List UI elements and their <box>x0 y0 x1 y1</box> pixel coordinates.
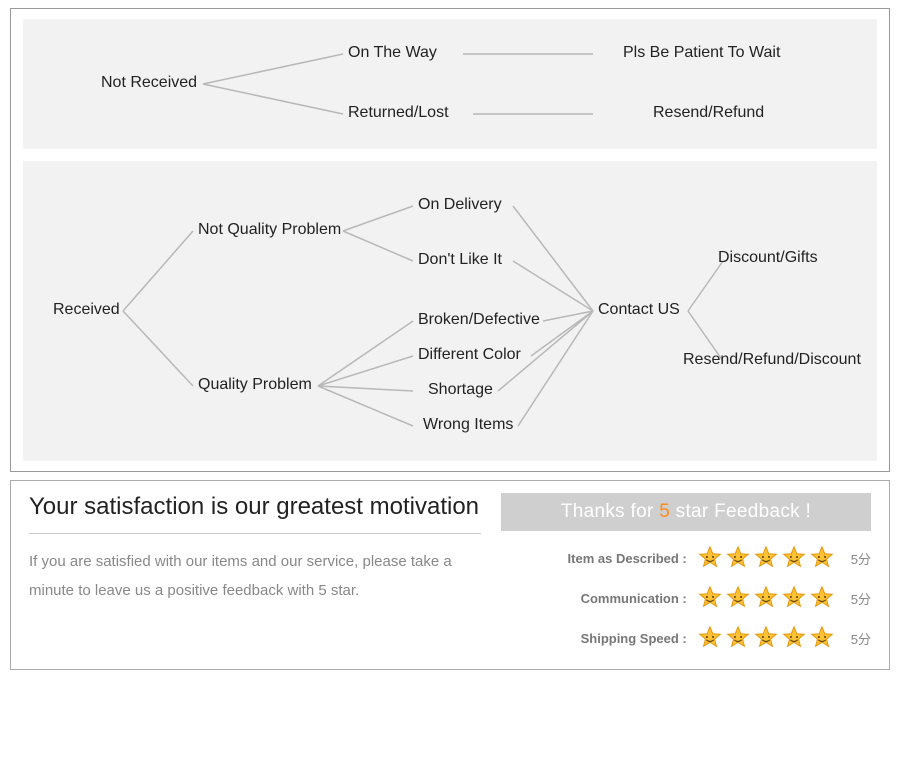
rating-score: 5分 <box>851 549 871 568</box>
thanks-post: star Feedback ! <box>670 501 811 522</box>
feedback-right: Thanks for 5 star Feedback ! Item as Des… <box>501 493 871 651</box>
diagram-container: Not Received On The Way Returned/Lost Pl… <box>10 8 890 472</box>
star-icon <box>781 585 807 611</box>
node-resend-refund: Resend/Refund <box>653 104 764 122</box>
node-on-the-way: On The Way <box>348 44 437 62</box>
star-icon <box>725 545 751 571</box>
node-discount-gifts: Discount/Gifts <box>718 249 818 267</box>
panel-received: Received Not Quality Problem Quality Pro… <box>23 161 877 461</box>
panel-not-received: Not Received On The Way Returned/Lost Pl… <box>23 19 877 149</box>
node-patient-wait: Pls Be Patient To Wait <box>623 44 780 62</box>
star-icon <box>753 585 779 611</box>
star-group <box>697 545 835 571</box>
node-shortage: Shortage <box>428 381 493 399</box>
node-not-received: Not Received <box>101 74 197 92</box>
thanks-pre: Thanks for <box>561 501 659 522</box>
star-group <box>697 625 835 651</box>
star-icon <box>809 625 835 651</box>
rating-label: Communication : <box>557 591 687 606</box>
node-received: Received <box>53 301 120 319</box>
star-icon <box>725 585 751 611</box>
star-icon <box>809 545 835 571</box>
node-broken: Broken/Defective <box>418 311 540 329</box>
node-diff-color: Different Color <box>418 346 521 364</box>
node-wrong-items: Wrong Items <box>423 416 513 434</box>
rating-row: Shipping Speed : 5分 <box>501 625 871 651</box>
thanks-banner: Thanks for 5 star Feedback ! <box>501 493 871 531</box>
node-on-delivery: On Delivery <box>418 196 502 214</box>
star-icon <box>725 625 751 651</box>
star-icon <box>753 625 779 651</box>
star-icon <box>697 625 723 651</box>
rating-row: Item as Described : 5分 <box>501 545 871 571</box>
star-icon <box>697 585 723 611</box>
star-icon <box>697 545 723 571</box>
rating-label: Item as Described : <box>557 551 687 566</box>
feedback-heading: Your satisfaction is our greatest motiva… <box>29 493 481 521</box>
thanks-five: 5 <box>659 501 670 522</box>
feedback-body: If you are satisfied with our items and … <box>29 548 481 605</box>
divider <box>29 533 481 534</box>
star-icon <box>781 545 807 571</box>
feedback-container: Your satisfaction is our greatest motiva… <box>10 480 890 670</box>
node-contact-us: Contact US <box>598 301 680 319</box>
star-icon <box>809 585 835 611</box>
rating-score: 5分 <box>851 629 871 648</box>
feedback-left: Your satisfaction is our greatest motiva… <box>29 493 481 651</box>
star-group <box>697 585 835 611</box>
node-returned-lost: Returned/Lost <box>348 104 449 122</box>
rating-row: Communication : 5分 <box>501 585 871 611</box>
rating-score: 5分 <box>851 589 871 608</box>
node-not-quality: Not Quality Problem <box>198 221 341 239</box>
rating-label: Shipping Speed : <box>557 631 687 646</box>
node-quality: Quality Problem <box>198 376 312 394</box>
star-icon <box>753 545 779 571</box>
node-resend-refund-discount: Resend/Refund/Discount <box>683 351 861 369</box>
node-dont-like: Don't Like It <box>418 251 502 269</box>
ratings-list: Item as Described :5分Communication :5分Sh… <box>501 545 871 651</box>
star-icon <box>781 625 807 651</box>
